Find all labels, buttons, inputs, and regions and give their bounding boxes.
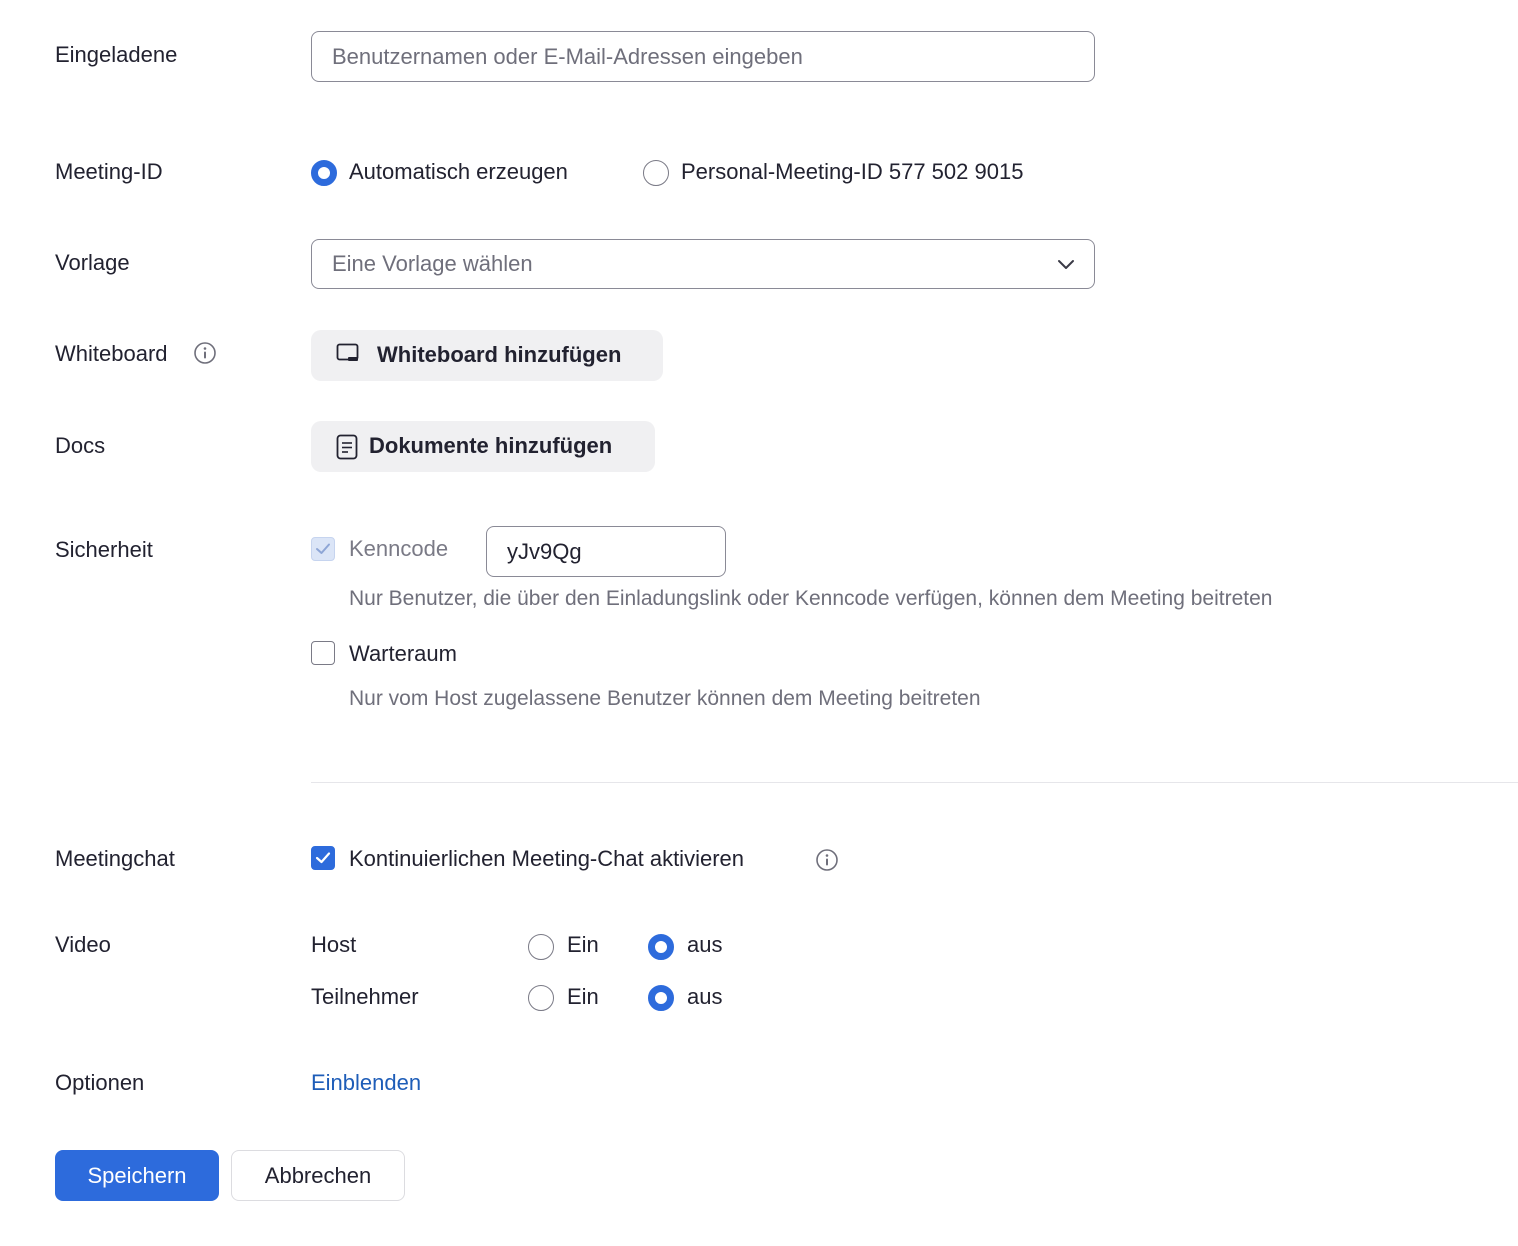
video-label: Video [55, 932, 111, 957]
passcode-hint: Nur Benutzer, die über den Einladungslin… [349, 587, 1273, 610]
waiting-room-checkbox[interactable] [311, 641, 335, 665]
meeting-chat-label: Meetingchat [55, 846, 175, 871]
chevron-down-icon [1058, 260, 1074, 269]
checkmark-icon [316, 543, 330, 554]
meeting-id-auto-label[interactable]: Automatisch erzeugen [349, 159, 568, 185]
video-participant-label: Teilnehmer [311, 984, 419, 1009]
document-icon [336, 434, 358, 460]
save-button[interactable]: Speichern [55, 1150, 219, 1201]
security-label: Sicherheit [55, 537, 153, 562]
meeting-chat-option-label[interactable]: Kontinuierlichen Meeting-Chat aktivieren [349, 846, 744, 872]
video-participant-off-label[interactable]: aus [687, 984, 722, 1010]
whiteboard-icon [336, 343, 359, 361]
meeting-id-auto-radio[interactable] [311, 160, 337, 186]
meeting-id-personal-radio[interactable] [643, 160, 669, 186]
video-participant-on-radio[interactable] [528, 985, 554, 1011]
add-documents-label: Dokumente hinzufügen [369, 433, 613, 458]
cancel-button[interactable]: Abbrechen [231, 1150, 405, 1201]
waiting-room-label[interactable]: Warteraum [349, 641, 457, 667]
show-options-link[interactable]: Einblenden [311, 1070, 421, 1096]
video-host-off-radio[interactable] [648, 934, 674, 960]
options-label: Optionen [55, 1070, 145, 1095]
video-host-label: Host [311, 932, 357, 957]
meeting-chat-checkbox[interactable] [311, 846, 335, 870]
meeting-id-label: Meeting-ID [55, 159, 163, 184]
template-select-value: Eine Vorlage wählen [332, 251, 533, 276]
passcode-input[interactable] [486, 526, 726, 577]
info-icon[interactable] [815, 848, 839, 872]
template-label: Vorlage [55, 250, 130, 275]
video-host-on-label[interactable]: Ein [567, 932, 599, 958]
add-documents-button[interactable]: Dokumente hinzufügen [311, 421, 655, 472]
video-host-on-radio[interactable] [528, 934, 554, 960]
info-icon[interactable] [193, 341, 217, 365]
passcode-checkbox [311, 537, 335, 561]
meeting-id-personal-label[interactable]: Personal-Meeting-ID 577 502 9015 [681, 159, 1023, 185]
add-whiteboard-button[interactable]: Whiteboard hinzufügen [311, 330, 663, 381]
template-select[interactable]: Eine Vorlage wählen [311, 239, 1095, 289]
whiteboard-label: Whiteboard [55, 341, 168, 366]
video-participant-off-radio[interactable] [648, 985, 674, 1011]
section-divider [311, 782, 1518, 783]
video-host-off-label[interactable]: aus [687, 932, 722, 958]
invitees-input[interactable] [311, 31, 1095, 82]
video-participant-on-label[interactable]: Ein [567, 984, 599, 1010]
checkmark-icon [315, 852, 331, 864]
add-whiteboard-label: Whiteboard hinzufügen [377, 342, 622, 367]
docs-label: Docs [55, 433, 106, 458]
waiting-room-hint: Nur vom Host zugelassene Benutzer können… [349, 687, 981, 710]
passcode-label: Kenncode [349, 536, 449, 561]
invitees-label: Eingeladene [55, 42, 178, 67]
